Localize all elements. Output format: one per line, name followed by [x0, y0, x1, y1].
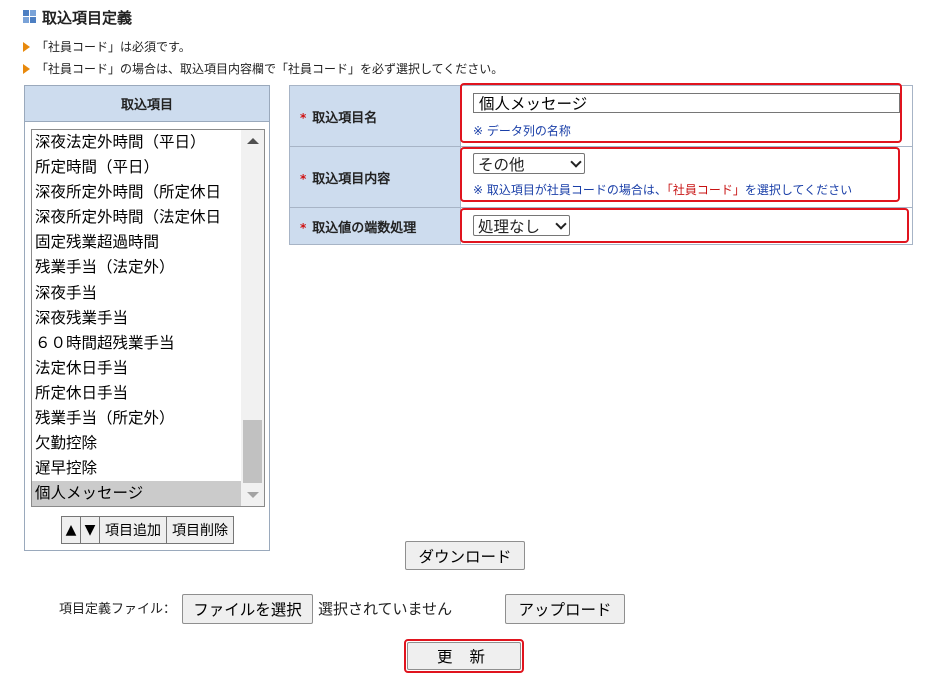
upload-button[interactable]: アップロード [505, 594, 625, 624]
required-mark: * [300, 171, 307, 186]
page-title: 取込項目定義 [42, 9, 133, 27]
note-employee-code: 「社員コード」の場合は、取込項目内容欄で「社員コード」を必ず選択してください。 [23, 60, 503, 77]
title-grid-icon [23, 10, 36, 23]
list-item[interactable]: 遅早控除 [32, 456, 241, 481]
item-name-label: 取込項目名 [312, 110, 378, 126]
choose-file-button[interactable]: ファイルを選択 [182, 594, 313, 624]
list-item[interactable]: 深夜残業手当 [32, 306, 241, 331]
rounding-label-cell: * 取込値の端数処理 [289, 207, 461, 245]
rounding-label: 取込値の端数処理 [312, 220, 417, 236]
list-button-group: ▲ ▼ 項目追加 項目削除 [61, 516, 234, 544]
list-item[interactable]: 深夜所定外時間（所定休日 [32, 180, 241, 205]
list-item[interactable]: 深夜所定外時間（法定休日 [32, 205, 241, 230]
required-mark: * [300, 220, 307, 235]
scroll-thumb[interactable] [243, 420, 262, 483]
highlight-name-field [460, 83, 902, 143]
delete-item-button[interactable]: 項目削除 [166, 516, 234, 544]
bullet-triangle-icon [23, 41, 30, 52]
list-item[interactable]: 深夜手当 [32, 281, 241, 306]
download-button[interactable]: ダウンロード [405, 541, 525, 570]
item-content-label: 取込項目内容 [312, 171, 391, 187]
scroll-down-arrow-icon[interactable] [247, 492, 259, 498]
import-items-listbox[interactable]: 深夜法定外時間（平日） 所定時間（平日） 深夜所定外時間（所定休日 深夜所定外時… [31, 129, 265, 507]
list-item[interactable]: 深夜法定外時間（平日） [32, 130, 241, 155]
move-down-button[interactable]: ▼ [80, 516, 100, 544]
list-item[interactable]: ６０時間超残業手当 [32, 331, 241, 356]
list-item[interactable]: 所定時間（平日） [32, 155, 241, 180]
item-content-label-cell: * 取込項目内容 [289, 146, 461, 208]
item-name-label-cell: * 取込項目名 [289, 85, 461, 147]
list-item-selected[interactable]: 個人メッセージ [32, 481, 241, 506]
file-status-text: 選択されていません [318, 600, 453, 618]
list-item[interactable]: 法定休日手当 [32, 356, 241, 381]
note-text: 「社員コード」は必須です。 [36, 40, 191, 54]
bullet-triangle-icon [23, 63, 30, 74]
list-item[interactable]: 残業手当（所定外） [32, 406, 241, 431]
highlight-content-field [460, 147, 900, 202]
note-text: 「社員コード」の場合は、取込項目内容欄で「社員コード」を必ず選択してください。 [36, 62, 504, 76]
list-item[interactable]: 固定残業超過時間 [32, 230, 241, 255]
highlight-update-button [404, 639, 524, 673]
list-item[interactable]: 所定休日手当 [32, 381, 241, 406]
note-required: 「社員コード」は必須です。 [23, 38, 191, 55]
required-mark: * [300, 110, 307, 125]
import-items-header: 取込項目 [25, 86, 269, 122]
list-item[interactable]: 残業手当（法定外） [32, 255, 241, 280]
list-item[interactable]: 欠勤控除 [32, 431, 241, 456]
scroll-up-arrow-icon[interactable] [247, 138, 259, 144]
move-up-button[interactable]: ▲ [61, 516, 81, 544]
highlight-rounding-field [460, 208, 909, 243]
definition-file-label: 項目定義ファイル： [59, 602, 177, 617]
listbox-scrollbar[interactable] [241, 130, 264, 506]
import-items-panel: 取込項目 深夜法定外時間（平日） 所定時間（平日） 深夜所定外時間（所定休日 深… [24, 85, 270, 551]
add-item-button[interactable]: 項目追加 [99, 516, 167, 544]
